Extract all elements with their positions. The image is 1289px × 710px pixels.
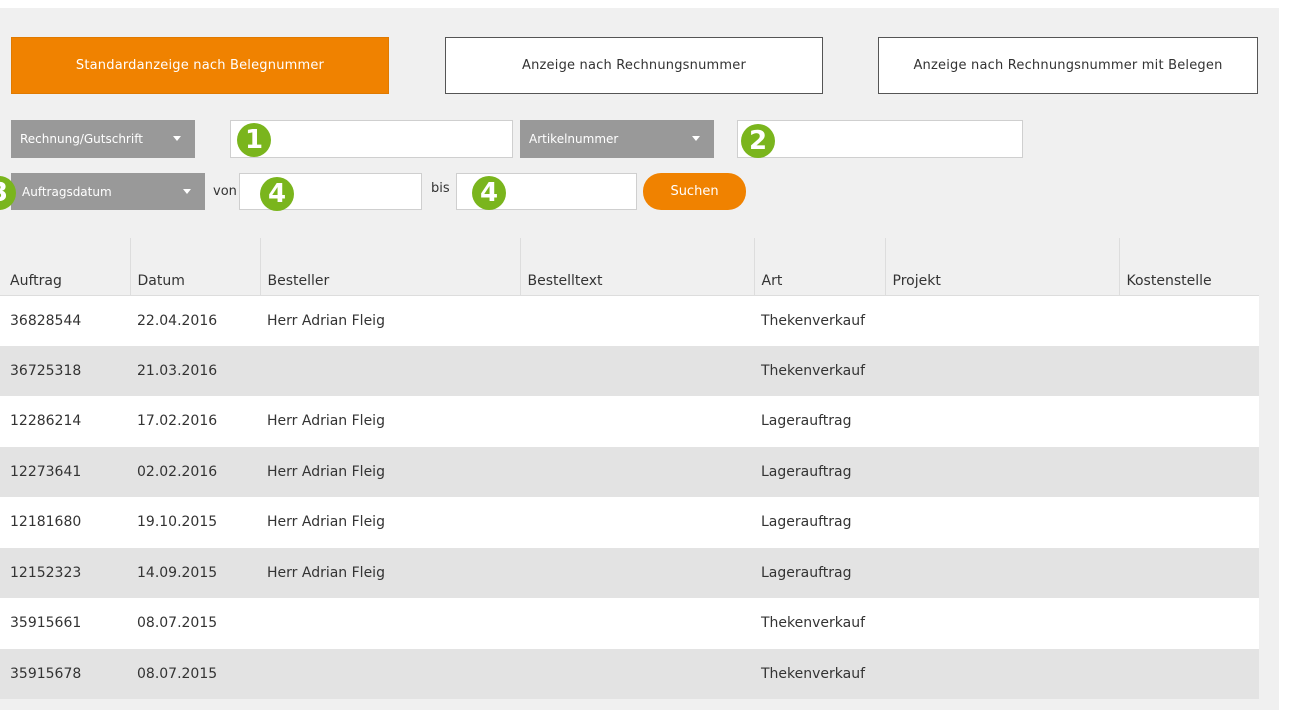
table-cell: 35915661 [0,598,130,649]
table-cell: 12152323 [0,547,130,598]
column-header[interactable]: Projekt [884,238,1119,296]
table-cell [1119,497,1259,548]
table-cell [1119,648,1259,699]
table-row[interactable]: 35915678 08.07.2015 Thekenverkauf [0,648,1259,699]
table-cell: 36725318 [0,345,130,396]
table-cell: 12273641 [0,446,130,497]
table-cell [520,648,754,699]
table-cell: Lagerauftrag [754,446,885,497]
table-cell [1119,598,1259,649]
column-header[interactable]: Art [753,238,885,296]
table-cell [260,598,520,649]
table-cell [885,396,1119,447]
view-by-invoice-with-docs-button[interactable]: Anzeige nach Rechnungsnummer mit Belegen [878,37,1258,94]
table-cell [520,547,754,598]
view-by-document-button[interactable]: Standardanzeige nach Belegnummer [11,37,389,94]
table-cell: 02.02.2016 [130,446,260,497]
table-cell: 19.10.2015 [130,497,260,548]
table-row[interactable]: 12286214 17.02.2016 Herr Adrian Fleig Lager… [0,396,1259,447]
table-cell [520,497,754,548]
table-cell: Lagerauftrag [754,396,885,447]
table-cell: 14.09.2015 [130,547,260,598]
document-type-select-label: Rechnung/Gutschrift [20,132,143,146]
table-row[interactable]: 36725318 21.03.2016 Thekenverkauf [0,345,1259,396]
table-cell: Herr Adrian Fleig [260,295,520,346]
table-cell: Thekenverkauf [754,648,885,699]
top-strip [0,0,1289,8]
table-cell: Thekenverkauf [754,598,885,649]
table-cell [1119,345,1259,396]
table-cell [520,446,754,497]
annotation-badge-1: 1 [237,123,271,157]
table-cell [1119,396,1259,447]
table-cell [1119,295,1259,346]
date-type-select-label: Auftragsdatum [22,184,112,199]
table-cell: 12286214 [0,396,130,447]
search-button[interactable]: Suchen [643,173,746,210]
annotation-badge-2: 2 [741,124,775,158]
table-row[interactable]: 12273641 02.02.2016 Herr Adrian Fleig Lager… [0,446,1259,497]
table-cell: Herr Adrian Fleig [260,446,520,497]
table-cell [1119,547,1259,598]
table-cell [520,396,754,447]
table-cell [885,446,1119,497]
table-cell [885,547,1119,598]
table-cell: Lagerauftrag [754,497,885,548]
table-header-row: Auftrag Datum Besteller Bestelltext Art … [0,238,1259,296]
table-cell: 22.04.2016 [130,295,260,346]
table-cell: Lagerauftrag [754,547,885,598]
table-row[interactable]: 12152323 14.09.2015 Herr Adrian Fleig Lager… [0,547,1259,598]
table-cell: Herr Adrian Fleig [260,497,520,548]
table-cell: Herr Adrian Fleig [260,547,520,598]
table-cell [885,598,1119,649]
annotation-badge-4-from: 4 [260,177,294,211]
table-row[interactable]: 12181680 19.10.2015 Herr Adrian Fleig Lager… [0,497,1259,548]
date-type-select[interactable]: Auftragsdatum [11,173,205,210]
table-cell [260,648,520,699]
table-cell: Herr Adrian Fleig [260,396,520,447]
column-header[interactable]: Besteller [259,238,520,296]
table-cell [1119,446,1259,497]
table-cell [520,345,754,396]
table-cell: 36828544 [0,295,130,346]
caret-down-icon [692,136,700,141]
caret-down-icon [173,136,181,141]
column-header[interactable]: Kostenstelle [1118,238,1259,296]
table-cell: 35915678 [0,648,130,699]
table-cell [885,295,1119,346]
orders-table: Auftrag Datum Besteller Bestelltext Art … [0,238,1259,699]
table-cell [885,345,1119,396]
table-cell [520,295,754,346]
view-by-invoice-button[interactable]: Anzeige nach Rechnungsnummer [445,37,823,94]
table-cell [520,598,754,649]
table-cell [260,345,520,396]
column-header[interactable]: Bestelltext [519,238,754,296]
article-number-input[interactable] [737,120,1023,158]
article-number-select[interactable]: Artikelnummer [520,120,714,158]
table-cell [885,648,1119,699]
from-label: von [213,184,237,199]
table-cell: 12181680 [0,497,130,548]
table-cell: Thekenverkauf [754,295,885,346]
table-row[interactable]: 35915661 08.07.2015 Thekenverkauf [0,598,1259,649]
document-type-select[interactable]: Rechnung/Gutschrift [11,120,195,158]
table-cell: 08.07.2015 [130,648,260,699]
annotation-badge-4-to: 4 [472,176,506,210]
table-cell [885,497,1119,548]
table-cell: 08.07.2015 [130,598,260,649]
table-cell: 21.03.2016 [130,345,260,396]
table-cell: Thekenverkauf [754,345,885,396]
article-number-select-label: Artikelnummer [529,132,619,146]
to-label: bis [431,181,450,196]
table-cell: 17.02.2016 [130,396,260,447]
column-header[interactable]: Datum [129,238,260,296]
table-row[interactable]: 36828544 22.04.2016 Herr Adrian Fleig Theke… [0,295,1259,346]
document-number-input[interactable] [230,120,513,158]
caret-down-icon [183,189,191,194]
right-strip [1279,0,1289,710]
column-header[interactable]: Auftrag [0,238,130,296]
